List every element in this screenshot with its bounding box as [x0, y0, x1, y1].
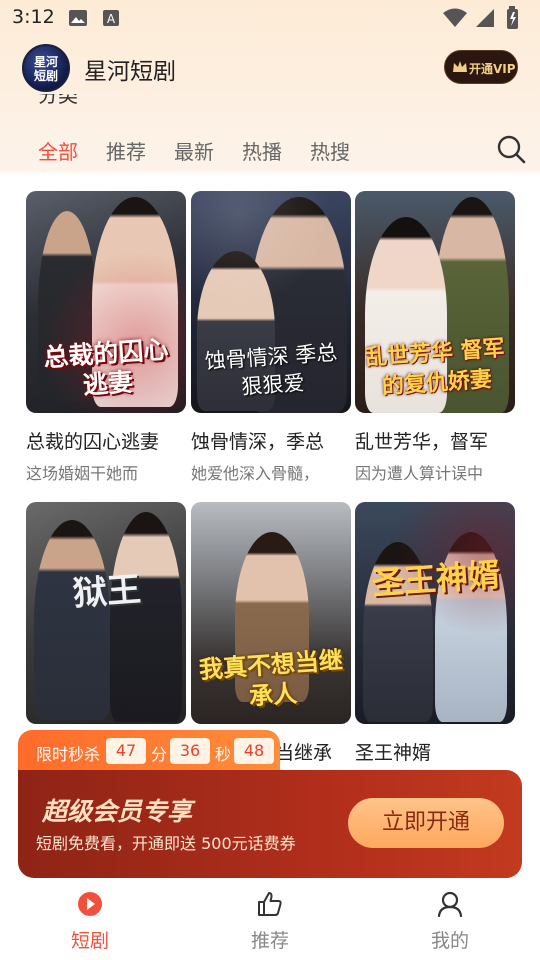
drama-name: 总裁的囚心逃妻	[26, 431, 160, 453]
drama-poster[interactable]: 蚀骨情深 季总狠狠爱	[191, 191, 351, 413]
poster-title: 蚀骨情深 季总狠狠爱	[204, 340, 339, 400]
app-header: 星河 短剧 星河短剧 开通VIP	[0, 40, 540, 96]
drama-desc: 她爱他深入骨髓，	[191, 464, 320, 483]
flash-sale-label: 限时秒杀	[36, 745, 101, 764]
bottom-nav: 短剧 推荐 我的	[0, 878, 540, 960]
poster-title: 乱世芳华 督军的复仇娇妻	[364, 336, 506, 400]
crown-icon	[453, 61, 467, 72]
vip-promo-banner[interactable]: 超级会员专享 短剧免费看，开通即送 500元话费券 立即开通	[18, 770, 522, 878]
wifi-icon	[443, 8, 467, 27]
countdown-millis: 48	[234, 738, 274, 764]
section-title: 分类	[38, 94, 78, 107]
poster-title: 总裁的囚心逃妻	[42, 334, 170, 400]
tab-trending[interactable]: 热播	[242, 136, 282, 165]
svg-text:A: A	[107, 12, 116, 26]
vip-button[interactable]: 开通VIP	[444, 50, 518, 84]
drama-card[interactable]: 蚀骨情深 季总狠狠爱 蚀骨情深，季总 她爱他深入骨髓，	[191, 191, 351, 484]
drama-desc: 这场婚姻干她而	[26, 464, 139, 483]
drama-poster[interactable]: 总裁的囚心逃妻	[26, 191, 186, 413]
countdown-unit-min: 分	[151, 745, 168, 764]
promo-subtitle: 短剧免费看，开通即送 500元话费券	[36, 834, 296, 853]
app-logo: 星河 短剧	[22, 44, 70, 92]
status-time: 3:12	[12, 6, 55, 28]
activate-vip-button[interactable]: 立即开通	[348, 798, 504, 848]
drama-name: 蚀骨情深，季总	[191, 431, 325, 453]
app-title: 星河短剧	[84, 59, 176, 85]
drama-poster[interactable]: 狱王	[26, 502, 186, 724]
drama-card[interactable]: 狱王	[26, 502, 186, 744]
promo-headline: 超级会员专享	[42, 797, 193, 826]
drama-name: 圣王神婿	[355, 742, 432, 764]
nav-profile[interactable]: 我的	[360, 878, 540, 960]
flash-sale-countdown: 限时秒杀 47 分 36 秒 48	[18, 730, 280, 772]
tab-all[interactable]: 全部	[38, 136, 78, 165]
drama-poster[interactable]: 圣王神婿	[355, 502, 515, 724]
search-icon[interactable]	[496, 134, 526, 164]
thumbs-up-icon	[258, 892, 282, 916]
category-tabs: 全部 推荐 最新 热播 热搜	[0, 130, 540, 170]
drama-name: 乱世芳华，督军	[355, 431, 489, 453]
tab-recommended[interactable]: 推荐	[106, 136, 146, 165]
play-icon	[78, 892, 102, 916]
nav-label: 短剧	[70, 930, 109, 952]
countdown-seconds: 36	[170, 738, 210, 764]
status-icons	[442, 6, 532, 30]
vip-label: 开通VIP	[469, 62, 516, 76]
tab-hot-search[interactable]: 热搜	[310, 136, 350, 165]
user-icon	[437, 891, 463, 918]
battery-icon	[507, 6, 518, 29]
drama-poster[interactable]: 乱世芳华 督军的复仇娇妻	[355, 191, 515, 413]
nav-label: 我的	[430, 930, 469, 952]
tab-latest[interactable]: 最新	[174, 136, 214, 165]
drama-card[interactable]: 总裁的囚心逃妻 总裁的囚心逃妻 这场婚姻干她而	[26, 191, 186, 484]
app-notification-icon: A	[103, 10, 119, 26]
poster-title: 我真不想当继承人	[198, 646, 344, 711]
gallery-icon	[69, 10, 87, 26]
signal-icon	[476, 9, 494, 27]
drama-card[interactable]: 乱世芳华 督军的复仇娇妻 乱世芳华，督军 因为遭人算计误中	[355, 191, 515, 484]
drama-card[interactable]: 圣王神婿 圣王神婿	[355, 502, 515, 771]
nav-recommend[interactable]: 推荐	[180, 878, 360, 960]
status-bar: 3:12 A	[0, 0, 540, 36]
nav-label: 推荐	[250, 930, 289, 952]
countdown-minutes: 47	[106, 738, 146, 764]
drama-desc: 因为遭人算计误中	[355, 464, 484, 483]
drama-poster[interactable]: 我真不想当继承人	[191, 502, 351, 724]
countdown-unit-sec: 秒	[215, 745, 232, 764]
nav-dramas[interactable]: 短剧	[0, 878, 180, 960]
